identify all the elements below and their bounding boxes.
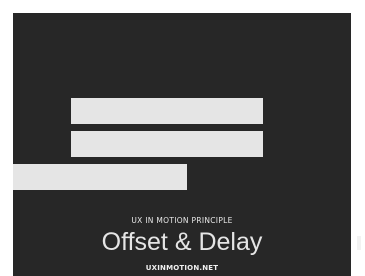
site-url: UXINMOTION.NET <box>145 264 219 272</box>
animation-bar-3 <box>13 164 187 190</box>
principle-title: Offset & Delay <box>101 228 263 256</box>
principle-eyebrow: UX IN MOTION PRINCIPLE <box>131 216 233 225</box>
principle-card: UX IN MOTION PRINCIPLE Offset & Delay UX… <box>13 13 351 276</box>
animation-bar-2 <box>71 131 263 157</box>
animation-bar-1 <box>71 98 263 124</box>
edge-mark <box>357 236 361 250</box>
